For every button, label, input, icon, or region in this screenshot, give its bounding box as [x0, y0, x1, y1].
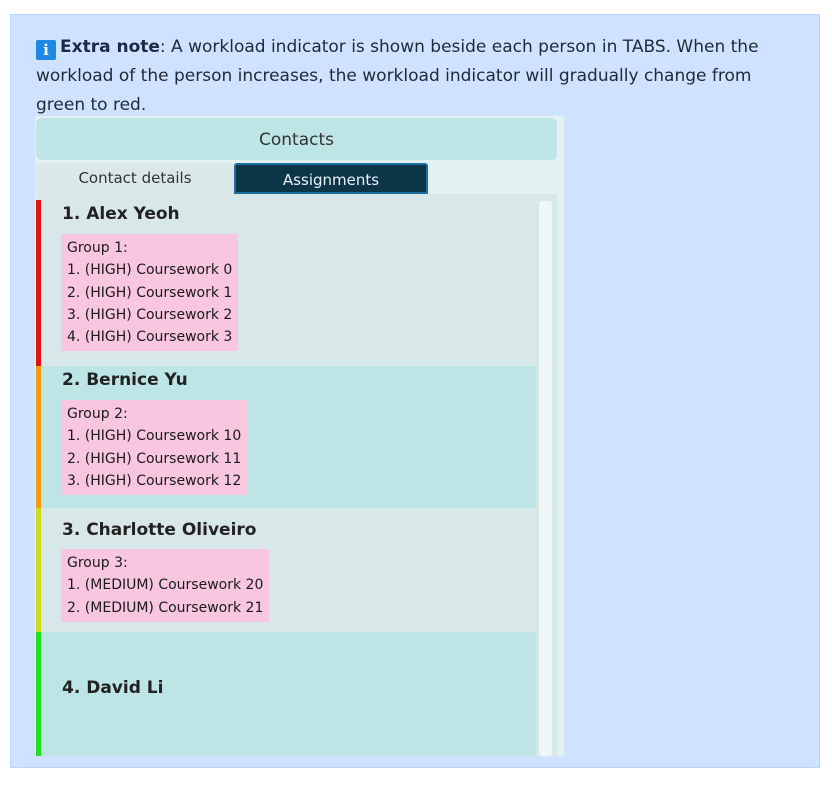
group-assignments: Group 2: 1. (HIGH) Coursework 10 2. (HIG…	[61, 400, 248, 496]
workload-indicator	[36, 632, 41, 756]
assignment-item: 1. (HIGH) Coursework 0	[67, 262, 233, 279]
group-assignments: Group 3: 1. (MEDIUM) Coursework 20 2. (M…	[61, 549, 270, 622]
workload-indicator	[36, 366, 41, 508]
info-note-box: i Extra note: A workload indicator is sho…	[10, 14, 820, 768]
assignment-item: 1. (MEDIUM) Coursework 20	[67, 577, 264, 594]
group-title: Group 2:	[67, 406, 128, 422]
assignment-item: 3. (HIGH) Coursework 12	[67, 472, 242, 489]
assignment-item: 1. (HIGH) Coursework 10	[67, 428, 242, 445]
group-title: Group 3:	[67, 555, 128, 571]
info-icon: i	[36, 40, 56, 60]
person-name: 4. David Li	[62, 678, 164, 698]
tab-contact-details[interactable]: Contact details	[36, 163, 234, 194]
group-assignments: Group 1: 1. (HIGH) Coursework 0 2. (HIGH…	[61, 234, 239, 352]
person-row-2[interactable]: 2. Bernice Yu Group 2: 1. (HIGH) Coursew…	[36, 366, 536, 508]
note-label: Extra note	[60, 37, 160, 57]
group-title: Group 1:	[67, 240, 128, 256]
person-row-1[interactable]: 1. Alex Yeoh Group 1: 1. (HIGH) Coursewo…	[36, 200, 536, 366]
person-name: 1. Alex Yeoh	[62, 204, 180, 224]
list-scrollbar[interactable]	[539, 201, 552, 756]
assignment-item: 2. (HIGH) Coursework 1	[67, 284, 233, 301]
assignment-item: 2. (MEDIUM) Coursework 21	[67, 599, 264, 616]
assignment-item: 4. (HIGH) Coursework 3	[67, 329, 233, 346]
assignment-item: 3. (HIGH) Coursework 2	[67, 306, 233, 323]
workload-indicator	[36, 508, 41, 632]
contacts-app-window: Contacts Contact details Assignments 1. …	[35, 116, 564, 756]
person-name: 2. Bernice Yu	[62, 370, 188, 390]
person-row-4[interactable]: 4. David Li	[36, 632, 536, 756]
person-row-3[interactable]: 3. Charlotte Oliveiro Group 3: 1. (MEDIU…	[36, 508, 536, 632]
tab-assignments[interactable]: Assignments	[234, 163, 428, 194]
assignment-item: 2. (HIGH) Coursework 11	[67, 450, 242, 467]
window-title: Contacts	[36, 118, 557, 160]
person-name: 3. Charlotte Oliveiro	[62, 520, 257, 540]
workload-indicator	[36, 200, 41, 366]
note-text: i Extra note: A workload indicator is sho…	[36, 33, 796, 120]
